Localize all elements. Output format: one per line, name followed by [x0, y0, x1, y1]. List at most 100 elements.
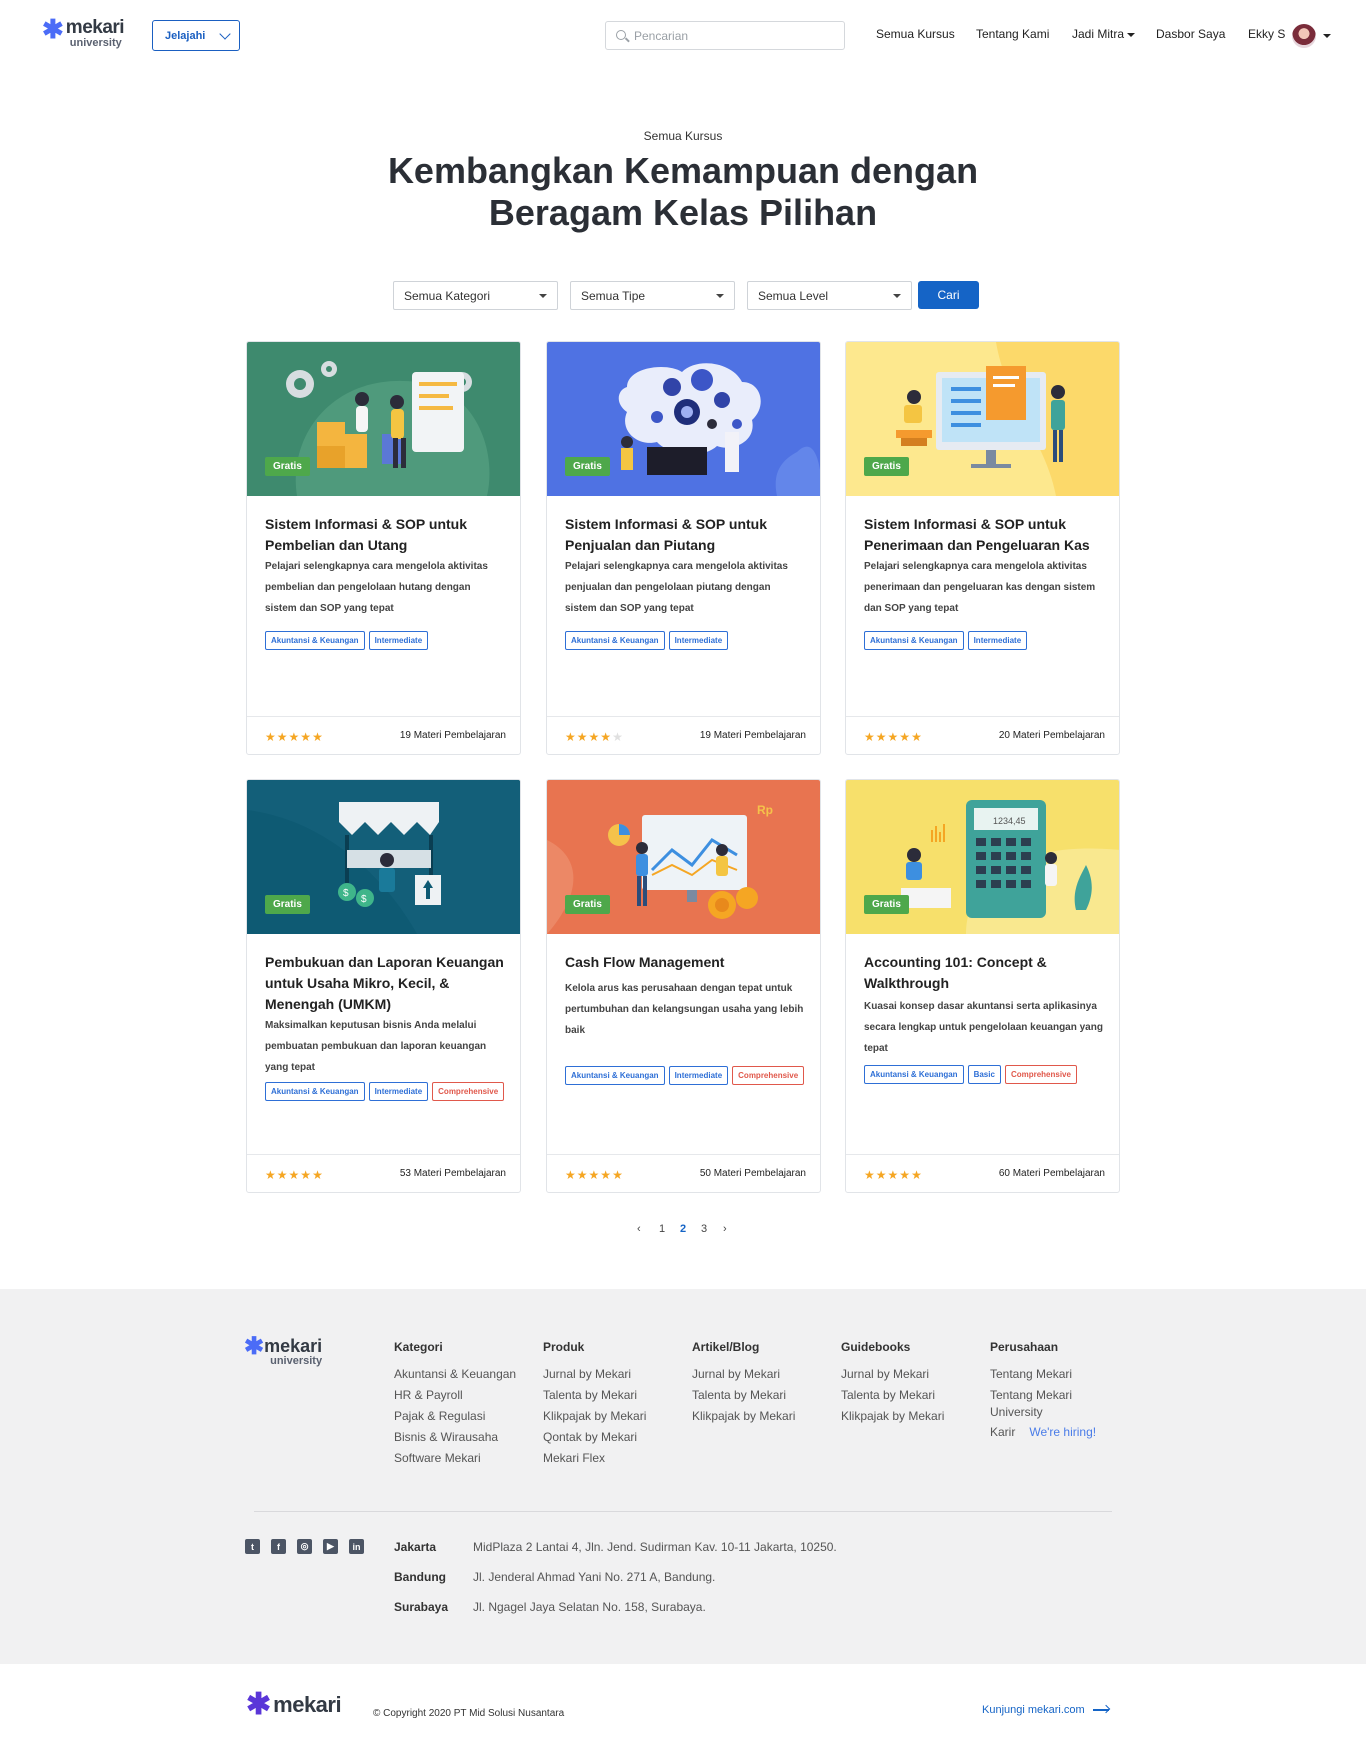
materials-count: 50 Materi Pembelajaran [699, 1168, 806, 1179]
footer-link[interactable]: Jurnal by Mekari [692, 1364, 795, 1385]
twitter-icon[interactable]: t [245, 1539, 260, 1554]
pagination-page[interactable]: 3 [701, 1223, 707, 1235]
facebook-icon[interactable]: f [271, 1539, 286, 1554]
level-tag[interactable]: Intermediate [967, 631, 1028, 650]
category-tag[interactable]: Akuntansi & Keuangan [565, 1066, 665, 1085]
footer-link[interactable]: Pajak & Regulasi [394, 1406, 516, 1427]
category-filter-select[interactable]: Semua Kategori [393, 281, 558, 310]
footer-link[interactable]: Software Mekari [394, 1448, 516, 1469]
footer-logo-word: mekari [264, 1336, 323, 1356]
star-icon: ★ [899, 730, 912, 744]
office-address: Jl. Jenderal Ahmad Yani No. 271 A, Bandu… [473, 1570, 716, 1584]
mekari-logo[interactable]: ✱ mekari [246, 1690, 342, 1720]
comprehensive-tag[interactable]: Comprehensive [732, 1066, 805, 1085]
course-description: Pelajari selengkapnya cara mengelola akt… [864, 561, 1096, 614]
category-tag[interactable]: Akuntansi & Keuangan [864, 631, 964, 650]
nav-about[interactable]: Tentang Kami [976, 27, 1049, 41]
level-filter-select[interactable]: Semua Level [747, 281, 912, 310]
course-card[interactable]: Gratis Sistem Informasi & SOP untuk Pemb… [246, 341, 521, 755]
footer-link[interactable]: Talenta by Mekari [841, 1385, 944, 1406]
footer-link[interactable]: Klikpajak by Mekari [692, 1406, 795, 1427]
course-title[interactable]: Sistem Informasi & SOP untuk Penjualan d… [565, 514, 805, 650]
course-tags: Akuntansi & Keuangan Intermediate [565, 631, 805, 650]
search-box[interactable] [605, 21, 845, 50]
user-name[interactable]: Ekky S [1248, 27, 1285, 41]
caret-down-icon [716, 294, 724, 298]
caret-down-icon [1127, 32, 1136, 37]
instagram-icon[interactable]: ◎ [297, 1539, 312, 1554]
level-tag[interactable]: Basic [967, 1065, 1001, 1084]
footer-link[interactable]: Klikpajak by Mekari [543, 1406, 646, 1427]
footer-link[interactable]: Tentang Mekari University [990, 1387, 1100, 1421]
youtube-icon[interactable]: ▶ [323, 1539, 338, 1554]
type-filter-select[interactable]: Semua Tipe [570, 281, 735, 310]
site-footer: ✱ mekari university Kategori Akuntansi &… [0, 1289, 1366, 1664]
course-title-text: Accounting 101: Concept & Walkthrough [864, 954, 1047, 991]
nav-dashboard[interactable]: Dasbor Saya [1156, 27, 1225, 41]
course-card-footer: ★★★★★ 53 Materi Pembelajaran [247, 1154, 520, 1192]
footer-link[interactable]: Klikpajak by Mekari [841, 1406, 944, 1427]
nav-all-courses[interactable]: Semua Kursus [876, 27, 955, 41]
course-card[interactable]: $ $ Gratis Pembukuan dan Laporan Keuanga… [246, 779, 521, 1193]
level-tag[interactable]: Intermediate [668, 631, 729, 650]
footer-link[interactable]: Tentang Mekari [990, 1364, 1100, 1385]
star-icon: ★ [875, 730, 888, 744]
nav-partner[interactable]: Jadi Mitra [1072, 27, 1136, 41]
page-title-line-1: Kembangkan Kemampuan dengan [387, 150, 979, 191]
footer-logo[interactable]: ✱ mekari university [244, 1335, 323, 1367]
linkedin-icon[interactable]: in [349, 1539, 364, 1554]
course-title[interactable]: Pembukuan dan Laporan Keuangan untuk Usa… [265, 952, 505, 1101]
course-title[interactable]: Sistem Informasi & SOP untuk Pembelian d… [265, 514, 505, 650]
category-tag[interactable]: Akuntansi & Keuangan [864, 1065, 964, 1084]
footer-link[interactable]: Jurnal by Mekari [841, 1364, 944, 1385]
footer-link[interactable]: Jurnal by Mekari [543, 1364, 646, 1385]
avatar[interactable] [1292, 24, 1316, 48]
hiring-link[interactable]: We're hiring! [1029, 1425, 1096, 1439]
footer-column-title: Artikel/Blog [692, 1340, 760, 1354]
footer-link[interactable]: Talenta by Mekari [543, 1385, 646, 1406]
footer-link[interactable]: Talenta by Mekari [692, 1385, 795, 1406]
footer-column-kategori: Kategori Akuntansi & Keuangan HR & Payro… [394, 1340, 516, 1469]
footer-logo-sub: university [270, 1355, 323, 1367]
course-title[interactable]: Sistem Informasi & SOP untuk Penerimaan … [864, 514, 1104, 650]
user-menu-caret-icon[interactable] [1323, 34, 1331, 38]
search-input[interactable] [634, 28, 834, 43]
category-tag[interactable]: Akuntansi & Keuangan [265, 1082, 365, 1101]
footer-link[interactable]: HR & Payroll [394, 1385, 516, 1406]
star-empty-icon: ★ [612, 730, 624, 744]
category-tag[interactable]: Akuntansi & Keuangan [565, 631, 665, 650]
rating-stars: ★★★★★ [265, 1168, 324, 1182]
comprehensive-tag[interactable]: Comprehensive [1004, 1065, 1077, 1084]
comprehensive-tag[interactable]: Comprehensive [432, 1082, 505, 1101]
pagination-page-current[interactable]: 2 [680, 1223, 686, 1235]
page-title-line-2: Beragam Kelas Pilihan [488, 192, 878, 233]
star-icon: ★ [864, 730, 876, 744]
level-tag[interactable]: Intermediate [368, 1082, 429, 1101]
star-icon: ★ [276, 1168, 289, 1182]
star-icon: ★ [576, 1168, 589, 1182]
footer-link[interactable]: Mekari Flex [543, 1448, 646, 1469]
footer-link[interactable]: Qontak by Mekari [543, 1427, 646, 1448]
course-card[interactable]: 1234,45 Gratis Accounting 101: Concept &… [845, 779, 1120, 1193]
course-card[interactable]: Rp Gratis Cash Flow Management Kelola ar… [546, 779, 821, 1193]
footer-link-karir[interactable]: Karir We're hiring! [990, 1422, 1100, 1443]
level-tag[interactable]: Intermediate [368, 631, 429, 650]
explore-dropdown-button[interactable]: Jelajahi [152, 20, 240, 51]
footer-column-title: Perusahaan [990, 1340, 1059, 1354]
mekari-university-logo[interactable]: ✱ mekari university [42, 16, 125, 49]
search-button[interactable]: Cari [918, 281, 979, 309]
star-icon: ★ [265, 730, 277, 744]
level-tag[interactable]: Intermediate [668, 1066, 729, 1085]
course-title[interactable]: Accounting 101: Concept & Walkthrough Ku… [864, 952, 1104, 1084]
pagination-page[interactable]: 1 [659, 1223, 665, 1235]
course-card[interactable]: Gratis Sistem Informasi & SOP untuk Penj… [546, 341, 821, 755]
free-badge: Gratis [864, 457, 909, 476]
course-card[interactable]: Gratis Sistem Informasi & SOP untuk Pene… [845, 341, 1120, 755]
footer-link[interactable]: Bisnis & Wirausaha [394, 1427, 516, 1448]
category-tag[interactable]: Akuntansi & Keuangan [265, 631, 365, 650]
course-title[interactable]: Cash Flow Management Kelola arus kas per… [565, 952, 805, 1085]
visit-mekari-link[interactable]: Kunjungi mekari.com [982, 1704, 1109, 1716]
footer-link[interactable]: Akuntansi & Keuangan [394, 1364, 516, 1385]
pagination-next[interactable]: › [723, 1223, 727, 1235]
pagination-prev[interactable]: ‹ [637, 1223, 641, 1235]
